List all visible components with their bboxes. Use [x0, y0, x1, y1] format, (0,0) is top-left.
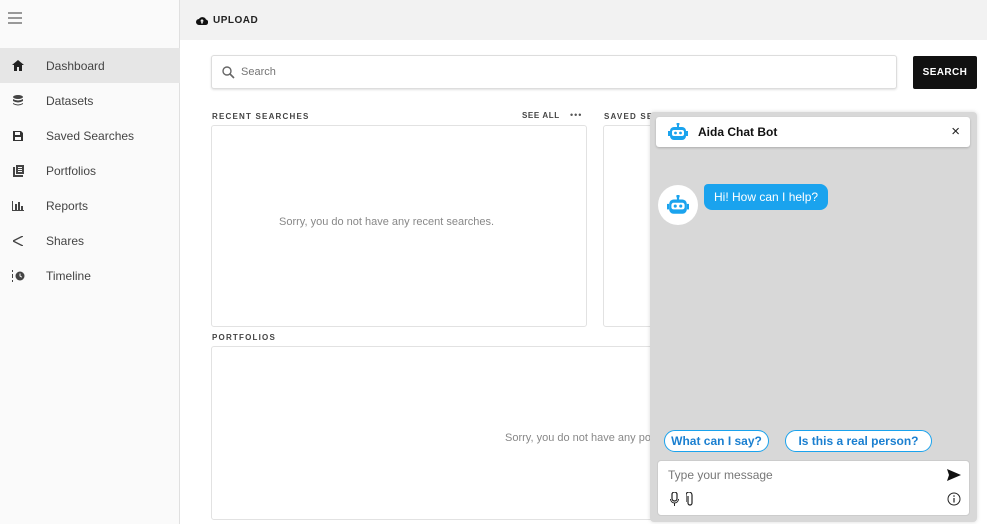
info-icon[interactable] [947, 492, 961, 506]
chat-message-input[interactable]: Type your message [668, 468, 773, 482]
sidebar-nav: Dashboard Datasets Saved Searches Portfo… [0, 48, 180, 293]
bot-message-bubble: Hi! How can I help? [704, 184, 829, 210]
sidebar-item-datasets[interactable]: Datasets [0, 83, 180, 118]
database-icon [0, 95, 36, 106]
bar-chart-icon [0, 200, 36, 211]
suggestion-chip-what-can-i-say[interactable]: What can I say? [664, 430, 769, 452]
upload-button[interactable]: UPLOAD [196, 15, 258, 26]
robot-icon [668, 123, 688, 140]
sidebar-item-timeline[interactable]: Timeline [0, 258, 180, 293]
chat-composer: Type your message [657, 460, 970, 516]
more-options-icon[interactable]: ••• [570, 110, 582, 120]
portfolios-heading: PORTFOLIOS [212, 333, 276, 342]
sidebar-item-shares[interactable]: Shares [0, 223, 180, 258]
home-icon [0, 60, 36, 71]
sidebar-item-dashboard[interactable]: Dashboard [0, 48, 180, 83]
recent-searches-empty-message: Sorry, you do not have any recent search… [279, 216, 495, 228]
sidebar-item-label: Datasets [46, 93, 94, 108]
sidebar-item-saved-searches[interactable]: Saved Searches [0, 118, 180, 153]
sidebar-item-label: Shares [46, 233, 85, 248]
bot-avatar [658, 185, 698, 225]
chat-header: Aida Chat Bot × [656, 117, 970, 147]
portfolio-icon [0, 164, 36, 177]
sidebar-item-label: Reports [46, 198, 89, 213]
saved-searches-heading: SAVED SE [604, 112, 654, 121]
sidebar-item-label: Portfolios [46, 163, 97, 178]
chat-widget: Aida Chat Bot × Hi! How can I help? What… [650, 112, 977, 522]
search-button[interactable]: SEARCH [913, 56, 977, 89]
sidebar-item-label: Timeline [46, 268, 91, 283]
timeline-icon [0, 269, 36, 282]
suggestion-chip-real-person[interactable]: Is this a real person? [785, 430, 932, 452]
close-icon[interactable]: × [951, 124, 960, 139]
chat-title: Aida Chat Bot [698, 125, 778, 139]
sidebar-item-label: Saved Searches [46, 128, 135, 143]
search-input[interactable] [241, 66, 841, 78]
microphone-icon[interactable] [670, 492, 679, 506]
search-icon [222, 65, 235, 79]
share-icon [0, 235, 36, 246]
portfolios-empty-message: Sorry, you do not have any por [505, 432, 655, 444]
search-box [211, 55, 897, 89]
top-bar: UPLOAD [180, 0, 987, 40]
sidebar-item-portfolios[interactable]: Portfolios [0, 153, 180, 188]
cloud-upload-icon [196, 17, 208, 25]
sidebar: Dashboard Datasets Saved Searches Portfo… [0, 0, 180, 524]
attachment-icon[interactable] [686, 492, 694, 506]
save-icon [0, 130, 36, 141]
hamburger-menu-icon[interactable] [8, 12, 22, 26]
sidebar-item-label: Dashboard [46, 58, 105, 73]
robot-icon [667, 195, 689, 214]
send-icon[interactable] [947, 469, 961, 481]
sidebar-item-reports[interactable]: Reports [0, 188, 180, 223]
recent-searches-heading: RECENT SEARCHES [212, 112, 310, 121]
upload-label: UPLOAD [213, 14, 259, 26]
see-all-link[interactable]: SEE ALL [522, 111, 560, 120]
